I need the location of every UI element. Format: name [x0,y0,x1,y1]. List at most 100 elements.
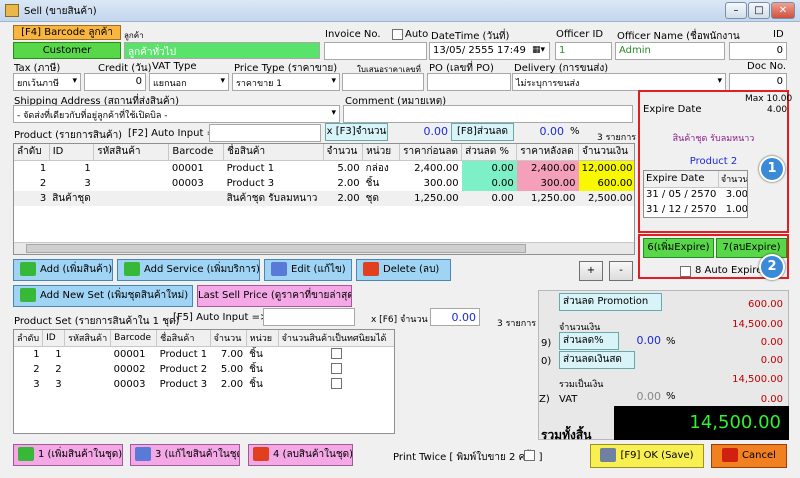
decrease-button[interactable]: - [609,261,633,281]
invoice-input[interactable] [324,42,427,60]
ok-save-button[interactable]: [F9] OK (Save) [590,444,704,468]
table-row[interactable]: 1 1 00001 Product 1 5.00 กล่อง 2,400.00 … [14,160,634,176]
edit-button[interactable]: Edit (แก้ไข) [264,259,352,281]
maximize-button[interactable]: □ [748,2,770,19]
decimal-checkbox[interactable] [331,378,343,390]
edit-set-item-label: 3 (แก้ไขสินค้าในชุด) [155,449,240,460]
expire-set-name: สินค้าชุด รับลมหนาว [672,134,755,144]
table-row[interactable]: 3 3 00003 Product 3 2.00 ชิ้น [14,377,394,392]
f6-quantity-input[interactable]: 0.00 [430,308,480,326]
table-row[interactable]: 2 3 00003 Product 3 2.00 ชิ้น 300.00 0.0… [14,175,634,191]
last-sell-price-button[interactable]: Last Sell Price (ดูราคาที่ขายล่าสุด) [197,285,352,307]
quotation-input[interactable] [342,73,424,91]
decimal-checkbox[interactable] [331,348,343,360]
col-name[interactable]: ชื่อสินค้า [223,144,324,161]
cell: 3 [84,177,91,189]
set-col-qty[interactable]: จำนวน [210,330,247,347]
add-product-label: Add (เพิ่มสินค้า) [40,264,113,275]
comment-input[interactable] [343,105,633,123]
col-qty[interactable]: จำนวน [323,144,364,161]
col-price[interactable]: ราคาก่อนลด [399,144,463,161]
expire-col-qty[interactable]: จำนวน [718,171,747,188]
grand-total-label: รวมทั้งสิ้น [541,428,592,442]
minimize-button[interactable]: – [725,2,747,19]
set-col-code[interactable]: รหัสสินค้า [64,330,112,347]
discount-cash-button[interactable]: ส่วนลดเงินสด [559,351,635,369]
delete-set-item-button[interactable]: 4 (ลบสินค้าในชุด) [248,444,353,466]
docno-field[interactable]: 0 [729,73,787,91]
expire-col-date[interactable]: Expire Date [644,171,719,188]
vat-type-select[interactable]: แยกนอก [149,73,229,91]
add-product-button[interactable]: Add (เพิ่มสินค้า) [13,259,113,281]
scrollbar-thumb[interactable] [26,244,526,253]
officer-id-label: Officer ID [556,29,604,40]
decimal-checkbox[interactable] [331,363,343,375]
cell [65,362,111,377]
set-col-decimal[interactable]: จำนวนสินค้าเป็นทศนิยมได้ [278,330,394,347]
table-row[interactable]: 31 / 12 / 2570 1.00 [644,202,747,217]
auto-invoice-checkbox[interactable] [392,29,403,40]
col-disc[interactable]: ส่วนลด % [461,144,518,161]
add-new-set-button[interactable]: Add New Set (เพิ่มชุดสินค้าใหม่) [13,285,193,307]
set-col-unit[interactable]: หน่วย [246,330,279,347]
set-col-id[interactable]: ID [42,330,66,347]
discount-percent-input[interactable]: 0.00 [622,332,664,350]
barcode-customer-button[interactable]: [F4] Barcode ลูกค้า [13,25,121,40]
col-code[interactable]: รหัสสินค้า [93,144,170,161]
tax-select[interactable]: ยกเว้นภาษี [13,73,81,91]
shipping-select[interactable]: - จัดส่งที่เดียวกับที่อยู่ลูกค้าที่ใช้เป… [13,105,340,123]
f3-quantity-button[interactable]: x [F3]จำนวน [325,123,388,141]
col-unit[interactable]: หน่วย [362,144,401,161]
customer-name-field[interactable]: ลูกค้าทั่วไป [124,42,320,59]
cell: Product 3 [226,177,275,189]
table-row[interactable]: 1 1 00001 Product 1 7.00 ชิ้น [14,346,394,362]
cell: กล่อง [365,162,389,174]
f8-discount-value[interactable]: 0.00 [516,125,565,138]
product-set-grid[interactable]: ลำดับ ID รหัสสินค้า Barcode ชื่อสินค้า จ… [13,329,395,434]
f5-auto-input[interactable] [263,308,355,326]
expire-grid[interactable]: Expire Date จำนวน 31 / 05 / 2570 3.00 31 /… [643,170,748,218]
vat-percent-input[interactable]: 0.00 [622,388,664,406]
delivery-select[interactable]: ไม่ระบุการขนส่ง [512,73,726,91]
cell: 1,250.00 [414,192,459,204]
cell: 1 [55,348,62,360]
f8-discount-button[interactable]: [F8]ส่วนลด [451,123,514,141]
customer-button[interactable]: Customer [13,42,121,59]
delete-x-icon [363,262,379,276]
col-id[interactable]: ID [49,144,95,161]
set-col-barcode[interactable]: Barcode [110,330,158,347]
edit-item-icon [135,447,151,461]
promotion-button[interactable]: ส่วนลด Promotion [559,293,662,311]
discount-percent-button[interactable]: ส่วนลด% [559,332,619,350]
cancel-button[interactable]: Cancel [711,444,787,468]
table-row[interactable]: 2 2 00002 Product 2 5.00 ชิ้น [14,362,394,377]
product-grid[interactable]: ลำดับ ID รหัสสินค้า Barcode ชื่อสินค้า จ… [13,143,635,255]
id-field[interactable]: 0 [729,42,787,60]
officer-name-field[interactable]: Admin [615,42,725,60]
credit-input[interactable]: 0 [84,73,146,91]
table-row[interactable]: 3 สินค้าชุด สินค้าชุด รับลมหนาว 2.00 ชุด… [14,190,634,206]
increase-button[interactable]: + [579,261,603,281]
add-set-item-button[interactable]: 1 (เพิ่มสินค้าในชุด) [13,444,123,466]
price-type-select[interactable]: ราคาขาย 1 [232,73,340,91]
officer-id-field[interactable]: 1 [555,42,612,60]
auto-expire-checkbox[interactable] [680,266,691,277]
table-row[interactable]: 31 / 05 / 2570 3.00 [644,187,747,202]
col-barcode[interactable]: Barcode [168,144,225,161]
col-seq[interactable]: ลำดับ [14,144,50,161]
add-service-button[interactable]: Add Service (เพิ่มบริการ) [117,259,260,281]
col-net[interactable]: ราคาหลังลด [516,144,580,161]
edit-set-item-button[interactable]: 3 (แก้ไขสินค้าในชุด) [130,444,240,466]
col-amount[interactable]: จำนวนเงิน [578,144,634,161]
calendar-icon[interactable]: ▦▾ [532,45,545,55]
delete-button[interactable]: Delete (ลบ) [356,259,451,281]
close-window-button[interactable]: ✕ [771,2,795,19]
set-col-seq[interactable]: ลำดับ [14,330,44,347]
f2-auto-input[interactable] [209,124,321,142]
horizontal-scrollbar[interactable] [14,242,634,254]
set-col-name[interactable]: ชื่อสินค้า [156,330,211,347]
add-expire-button[interactable]: 6(เพิ่มExpire) [643,238,714,258]
f3-quantity-value[interactable]: 0.00 [390,125,449,138]
po-input[interactable] [427,73,511,91]
print-twice-checkbox[interactable] [524,450,535,461]
